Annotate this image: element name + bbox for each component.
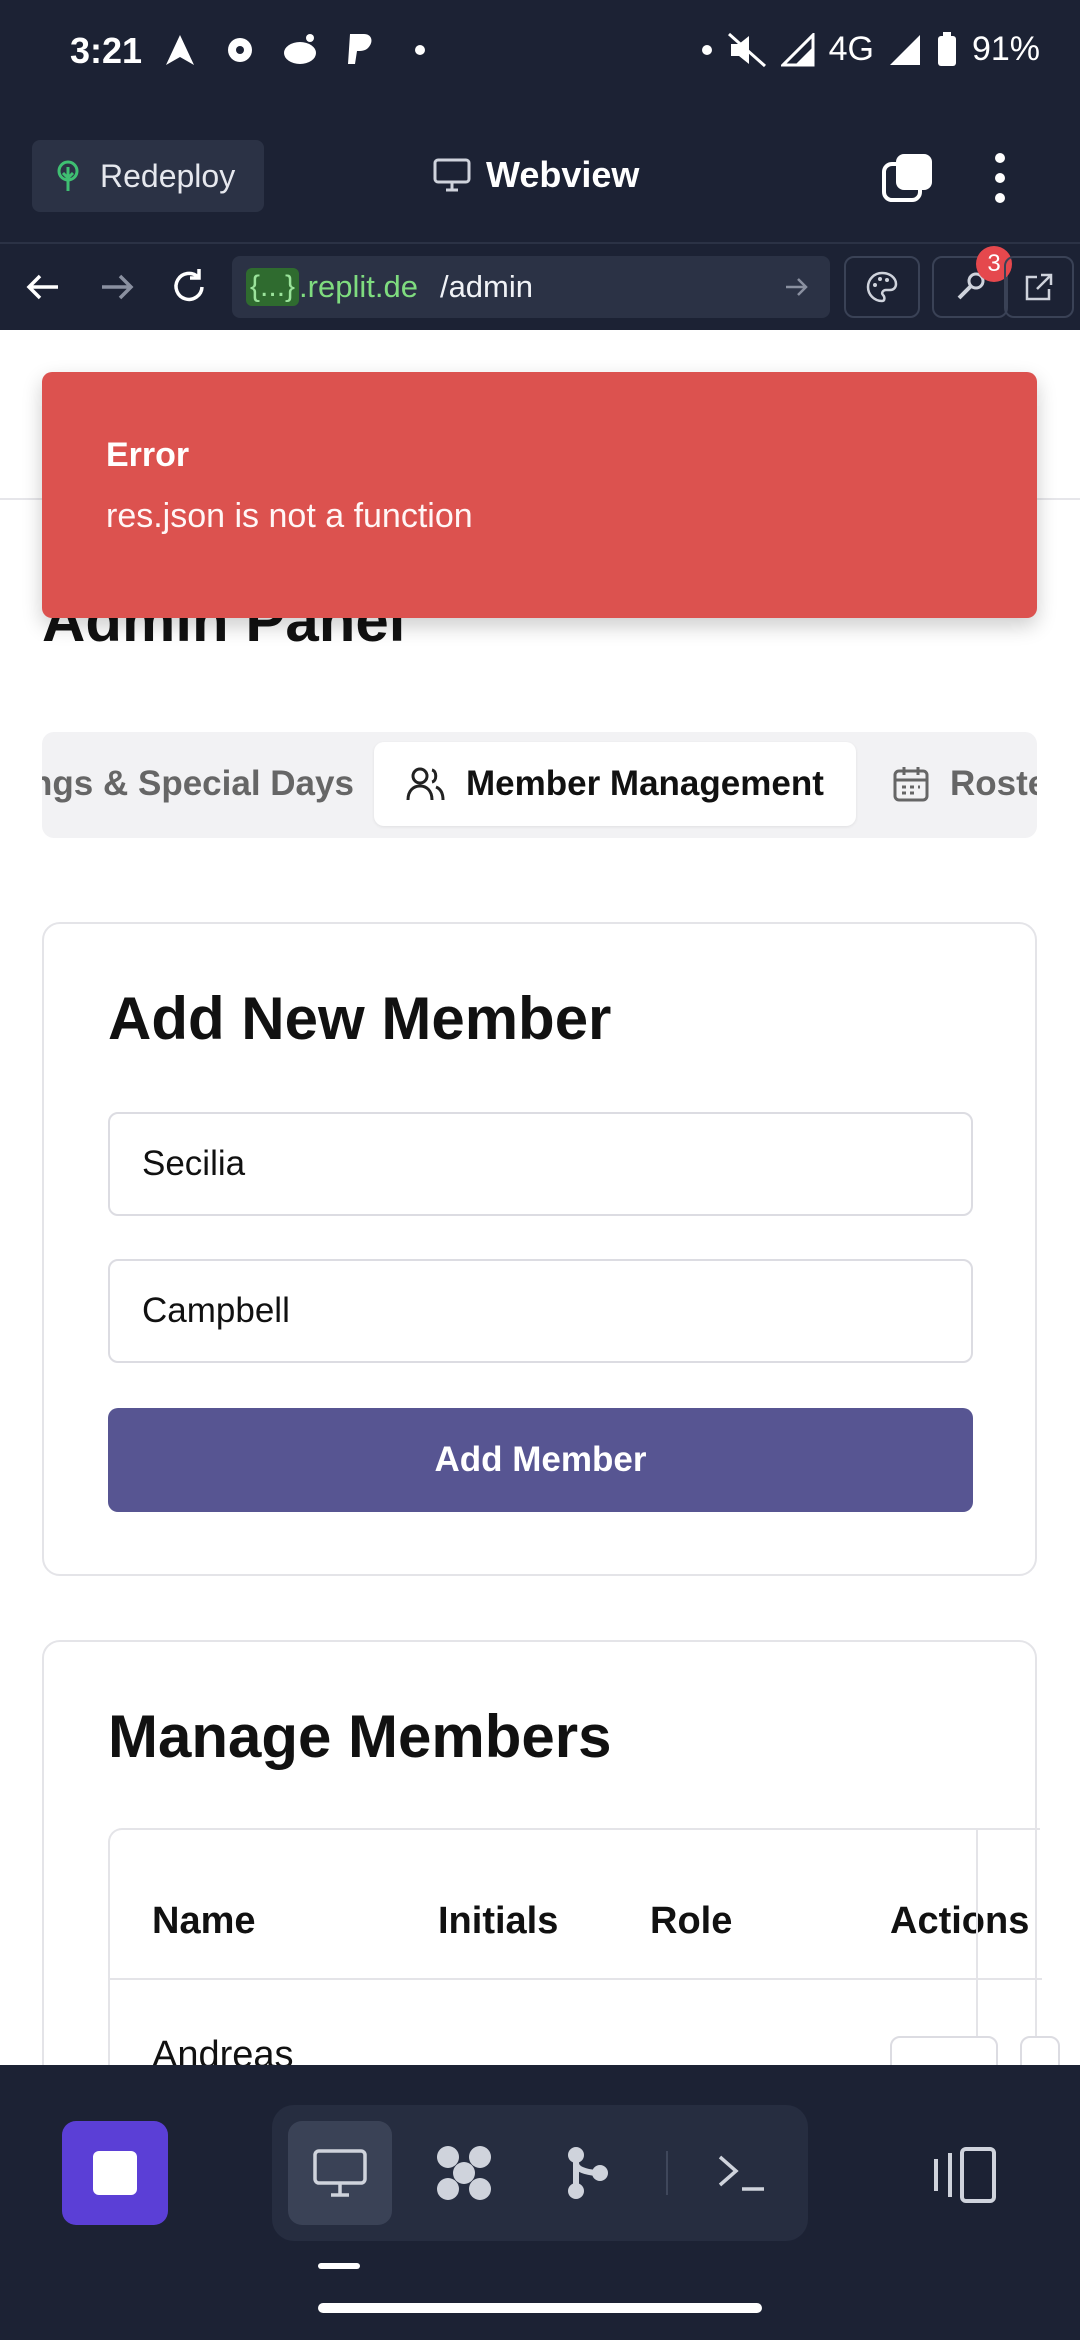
mute-icon xyxy=(727,32,766,67)
webview-tool-button[interactable] xyxy=(288,2121,392,2225)
webview-content: Admin Panel Error res.json is not a func… xyxy=(0,330,1080,2065)
external-link-icon xyxy=(1025,273,1053,301)
redeploy-label: Redeploy xyxy=(100,157,236,194)
host-chip: {...} xyxy=(246,268,300,306)
members-table: Name Initials Role Actions Andreas xyxy=(108,1828,1060,2065)
dot-icon xyxy=(400,30,440,70)
delete-member-button[interactable] xyxy=(1020,2036,1060,2065)
url-host: .replit.de xyxy=(299,269,418,304)
status-time: 3:21 xyxy=(70,30,143,71)
open-external-button[interactable] xyxy=(1004,256,1074,318)
first-name-input[interactable]: Secilia xyxy=(108,1112,973,1216)
signal-icon xyxy=(780,32,815,66)
url-input[interactable]: {...} .replit.de /admin xyxy=(232,256,830,318)
column-header-initials: Initials xyxy=(438,1900,559,1942)
add-member-card: Add New Member Secilia Campbell Add Memb… xyxy=(42,922,1037,1576)
system-status: 4G 91% xyxy=(701,30,1040,69)
split-view-icon[interactable] xyxy=(930,2145,1000,2205)
table-header-divider xyxy=(110,1978,1042,1980)
error-toast[interactable]: Error res.json is not a function xyxy=(42,372,1037,618)
page-indicator xyxy=(318,2263,360,2269)
column-header-role: Role xyxy=(650,1900,733,1942)
app-header: Redeploy Webview xyxy=(0,110,1080,240)
workspace-bottom-bar xyxy=(0,2065,1080,2340)
extensions-icon xyxy=(437,2146,491,2200)
navigation-arrow-icon xyxy=(160,30,200,70)
network-type: 4G xyxy=(828,30,874,68)
manage-members-card: Manage Members Name Initials Role Action… xyxy=(42,1640,1060,2065)
battery-icon xyxy=(937,31,956,66)
tab-label: ttings & Special Days xyxy=(42,764,354,803)
column-header-actions: Actions xyxy=(890,1900,1030,1942)
theme-palette-button[interactable] xyxy=(844,256,920,318)
monitor-icon xyxy=(433,158,471,192)
tabs-icon[interactable] xyxy=(880,150,936,206)
toast-message: res.json is not a function xyxy=(106,497,473,535)
redeploy-button[interactable]: Redeploy xyxy=(32,140,264,212)
member-name-cell: Andreas xyxy=(152,2034,294,2065)
calendar-icon xyxy=(893,767,929,802)
webview-title-text: Webview xyxy=(486,154,640,195)
url-toolbar: {...} .replit.de /admin 3 xyxy=(0,242,1080,328)
users-icon xyxy=(406,767,445,801)
tab-roster[interactable]: Roster l xyxy=(892,742,1037,826)
toast-title: Error xyxy=(106,436,190,474)
edit-member-button[interactable] xyxy=(890,2036,998,2065)
reddit-icon xyxy=(280,30,320,70)
add-member-button[interactable]: Add Member xyxy=(108,1408,973,1512)
add-member-title: Add New Member xyxy=(108,985,612,1052)
shell-tool-button[interactable] xyxy=(690,2121,794,2225)
manage-members-title: Manage Members xyxy=(108,1703,612,1770)
palette-icon xyxy=(866,271,898,303)
tool-separator xyxy=(666,2151,668,2195)
gear-notification-icon xyxy=(220,30,260,70)
last-name-input[interactable]: Campbell xyxy=(108,1259,973,1363)
desktop-icon xyxy=(313,2149,367,2197)
go-arrow-icon[interactable] xyxy=(782,272,812,302)
tab-settings-special-days[interactable]: ttings & Special Days xyxy=(42,742,354,826)
extensions-tool-button[interactable] xyxy=(412,2121,516,2225)
status-bar: 3:21 4G 91% xyxy=(0,0,1080,110)
stop-button[interactable] xyxy=(62,2121,168,2225)
admin-tabs: ttings & Special Days Member Management … xyxy=(42,732,1037,838)
stop-icon xyxy=(93,2151,137,2195)
devtools-button[interactable]: 3 xyxy=(932,246,1012,318)
git-tool-button[interactable] xyxy=(536,2121,640,2225)
webview-tab-title[interactable]: Webview xyxy=(432,154,639,196)
terminal-icon xyxy=(718,2155,764,2191)
git-icon xyxy=(568,2147,608,2199)
tab-member-management[interactable]: Member Management xyxy=(374,742,856,826)
kebab-menu-icon[interactable] xyxy=(990,150,1010,206)
tab-label: Member Management xyxy=(466,764,824,803)
dot-icon xyxy=(701,44,712,55)
signal-full-icon xyxy=(889,34,920,65)
notification-icons xyxy=(160,30,440,70)
url-path: /admin xyxy=(439,269,533,304)
tab-label: Roster l xyxy=(950,764,1037,803)
home-indicator[interactable] xyxy=(318,2303,762,2313)
table-edge xyxy=(976,1830,978,2065)
refresh-icon[interactable] xyxy=(168,266,210,308)
paypal-icon xyxy=(340,30,380,70)
battery-percent: 91% xyxy=(971,30,1040,68)
workspace-tool-group xyxy=(272,2105,808,2241)
column-header-name: Name xyxy=(152,1900,256,1942)
tree-icon xyxy=(57,160,79,191)
forward-arrow-icon[interactable] xyxy=(96,266,138,308)
back-arrow-icon[interactable] xyxy=(22,266,64,308)
